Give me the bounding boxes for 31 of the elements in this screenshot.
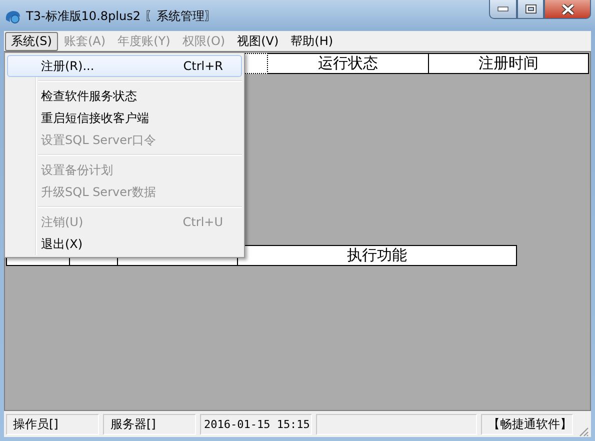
shortcut-text: Ctrl+U (182, 214, 223, 231)
minimize-button[interactable] (489, 0, 517, 19)
menu-item[interactable]: 系统(S) (5, 32, 58, 50)
column-header: 执行功能 (238, 245, 517, 266)
menu-item-label: 升级SQL Server数据 (41, 184, 156, 201)
shortcut-text: Ctrl+R (183, 58, 223, 75)
status-panel: 【畅捷通软件】 (481, 414, 573, 434)
maximize-button[interactable] (517, 0, 544, 19)
menu-item-label: 注销(U) (41, 214, 84, 231)
menu-item[interactable]: 帮助(H) (284, 32, 340, 50)
menu-item-label: 退出(X) (41, 236, 83, 253)
column-header: 运行状态 (268, 53, 429, 74)
menu-item-label: 检查软件服务状态 (41, 88, 137, 105)
status-panel: 操作员[] (6, 414, 100, 434)
menu-item[interactable]: 视图(V) (231, 32, 285, 50)
maximize-icon (524, 4, 536, 14)
menu-item[interactable]: 重启短信接收客户端 (7, 107, 242, 129)
menu-item-label: 设置SQL Server口令 (41, 132, 156, 149)
menu-item-label: 注册(R)... (41, 58, 94, 75)
status-panel: 服务器[] (103, 414, 196, 434)
menu-item-label: 设置备份计划 (41, 162, 113, 179)
close-icon (560, 4, 574, 14)
close-button[interactable] (544, 0, 591, 19)
menu-item[interactable]: 检查软件服务状态 (7, 85, 242, 107)
resize-grip-icon[interactable] (577, 425, 589, 437)
minimize-icon (497, 6, 509, 12)
window-title: T3-标准版10.8plus2 〖系统管理〗 (26, 8, 216, 24)
column-header: 注册时间 (429, 53, 589, 74)
menu-item-label: 重启短信接收客户端 (41, 110, 149, 127)
menu-item[interactable]: 注册(R)... Ctrl+R (7, 55, 242, 77)
status-panel: 2016-01-15 15:15 (200, 414, 312, 434)
